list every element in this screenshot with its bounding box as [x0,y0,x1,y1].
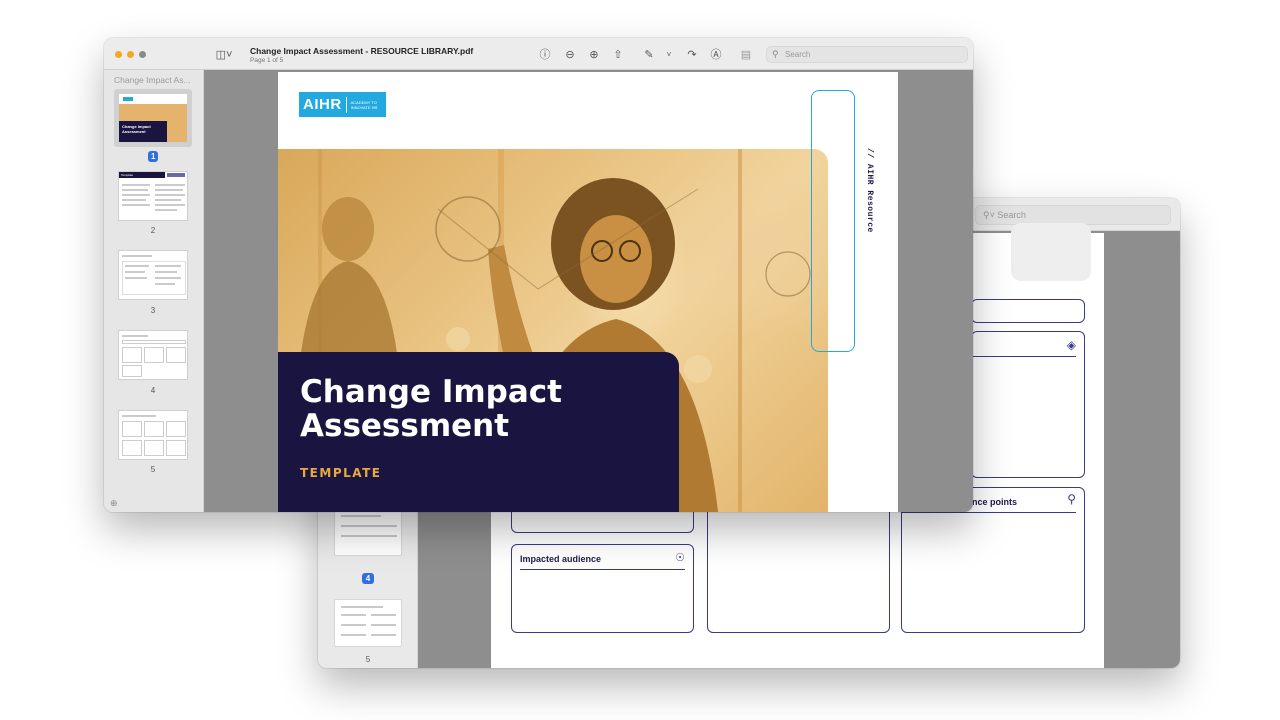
minimize-button[interactable] [127,51,134,58]
thumbnail-3[interactable] [118,250,188,300]
cover-subtitle: TEMPLATE [300,466,382,480]
header-shape [1011,223,1091,281]
search-icon: ⚲ [772,49,779,59]
logo-tagline: ACADEMY TO INNOVATE HR [350,99,378,110]
zoom-in-icon[interactable]: ⊕ [586,46,602,62]
logo-wordmark: AIHR [303,96,342,113]
back-search-field[interactable]: ⚲˅ Search [975,205,1171,225]
thumbnail-5-number: 5 [150,465,156,474]
back-thumbnail-5-number: 5 [365,655,371,664]
close-button[interactable] [115,51,122,58]
decorative-outline [811,90,855,352]
back-thumbnail-4-number: 4 [362,573,374,584]
thumbnail-3-number: 3 [150,306,156,315]
back-search-placeholder: Search [997,210,1026,220]
cover-page: AIHR ACADEMY TO INNOVATE HR Change Impac… [278,72,898,512]
thumbnail-1[interactable]: Change Impact Assessment [118,93,188,143]
markup-pen-icon[interactable]: ✎ [641,46,657,62]
info-icon[interactable]: ⓘ [537,46,553,62]
document-title: Change Impact Assessment - RESOURCE LIBR… [250,46,474,56]
form-fill-icon[interactable]: ▤ [738,46,754,62]
title-panel: Change Impact Assessment TEMPLATE [278,352,679,512]
details-box: ◈ [971,331,1085,478]
chevron-down-icon[interactable]: ˅ [661,46,677,62]
front-preview-window: ◫˅ Change Impact Assessment - RESOURCE L… [104,38,973,512]
summary-box [971,299,1085,323]
search-icon: ⚲˅ [983,210,995,220]
rotate-icon[interactable]: ↷ [684,46,700,62]
thumbnail-4-number: 4 [150,386,156,395]
people-icon: ☉ [675,552,685,564]
impacted-audience-box: Impacted audience ☉ [511,544,694,633]
front-toolbar: ◫˅ Change Impact Assessment - RESOURCE L… [104,38,973,70]
back-thumbnail-4[interactable] [334,508,402,556]
thumbnail-2-number: 2 [150,226,156,235]
impacted-audience-title: Impacted audience [520,554,602,564]
thumbnail-1-number: 1 [148,151,158,162]
add-page-icon[interactable]: ⊕ [110,498,118,509]
thumbnail-4[interactable] [118,330,188,380]
middle-box [707,503,890,633]
front-search-placeholder: Search [785,50,811,59]
document-page-indicator: Page 1 of 5 [250,57,284,64]
share-icon[interactable]: ⇧ [610,46,626,62]
resource-label: // AIHR Resource [865,148,874,233]
magnifier-icon: ⚲ [1067,492,1076,506]
thumbnail-5[interactable] [118,410,188,460]
thumbnail-2-header: Template [121,173,134,177]
target-icon: ◈ [1066,338,1076,352]
zoom-button[interactable] [139,51,146,58]
front-search-field[interactable]: ⚲ Search [766,46,968,63]
aihr-logo: AIHR ACADEMY TO INNOVATE HR [299,92,386,117]
back-thumbnail-5[interactable] [334,599,402,647]
cover-title: Change Impact Assessment [300,374,562,444]
annotate-icon[interactable]: Ⓐ [708,46,724,62]
sidebar-title: Change Impact As... [114,75,191,85]
sidebar-toggle-icon[interactable]: ◫˅ [216,46,233,62]
thumbnail-1-title: Change Impact Assessment [122,124,151,134]
thumbnail-2[interactable]: Template [118,171,188,221]
zoom-out-icon[interactable]: ⊖ [562,46,578,62]
front-sidebar: Change Impact As... Change Impact Assess… [104,70,204,512]
